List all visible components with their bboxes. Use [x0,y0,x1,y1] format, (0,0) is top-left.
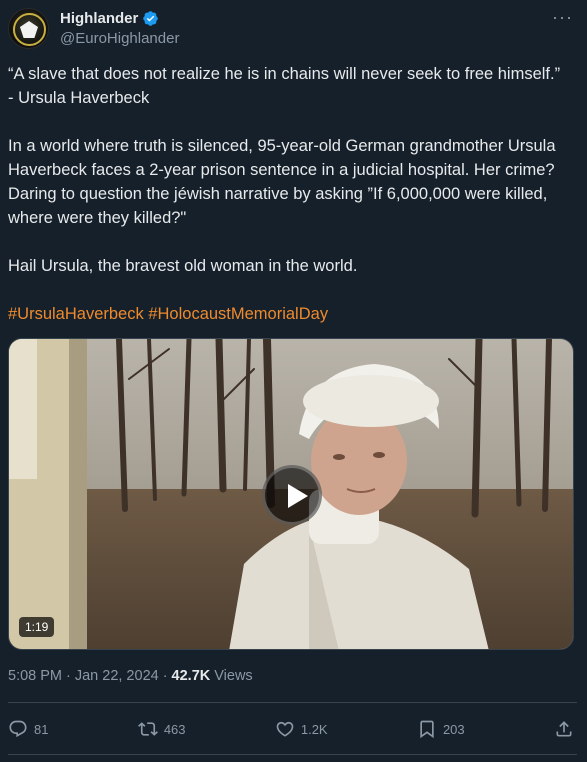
share-icon [556,721,572,737]
repost-count: 463 [163,721,186,737]
display-name[interactable]: Highlander [60,10,138,27]
hashtag-link[interactable]: #UrsulaHaverbeck [8,305,144,323]
bookmark-count: 203 [442,721,465,737]
handle[interactable]: @EuroHighlander [60,30,179,47]
reply-button[interactable]: 81 [8,719,48,739]
hashtags: #UrsulaHaverbeck #HolocaustMemorialDay [8,302,328,326]
tweet-paragraph: “A slave that does not realize he is in … [8,65,561,107]
post-date[interactable]: Jan 22, 2024 [75,668,159,684]
like-button[interactable]: 1.2K [275,719,328,739]
video-player[interactable]: 1:19 [8,338,574,650]
more-options-icon[interactable]: ··· [552,8,573,26]
avatar[interactable] [8,8,49,49]
action-bar: 81 463 1.2K 203 [8,715,574,743]
views-label: Views [214,668,253,684]
repost-button[interactable]: 463 [137,719,186,739]
video-duration: 1:19 [19,617,55,637]
bookmark-button[interactable]: 203 [417,719,465,739]
tweet-paragraph: Hail Ursula, the bravest old woman in th… [8,257,358,275]
meta-separator: · [66,668,71,684]
bookmark-icon [420,720,434,739]
heart-icon [276,721,294,737]
repost-icon [137,722,158,736]
divider [8,754,577,755]
tweet-meta: 5:08 PM · Jan 22, 2024 · 42.7K Views [8,668,253,684]
name-row: Highlander [60,10,159,27]
tweet-text: “A slave that does not realize he is in … [8,62,568,302]
reply-icon [9,720,27,738]
tweet-paragraph: In a world where truth is silenced, 95-y… [8,137,556,227]
reply-count: 81 [34,721,49,737]
divider [8,702,577,703]
like-count: 1.2K [300,721,328,737]
share-button[interactable] [554,719,574,739]
verified-badge-icon [143,11,159,26]
play-icon [288,484,308,508]
meta-separator: · [162,668,168,684]
tweet-header: Highlander @EuroHighlander ··· [8,8,587,50]
post-time[interactable]: 5:08 PM [8,668,62,684]
views-count: 42.7K [171,668,211,684]
hashtag-link[interactable]: #HolocaustMemorialDay [148,305,328,323]
play-button[interactable] [262,465,322,525]
